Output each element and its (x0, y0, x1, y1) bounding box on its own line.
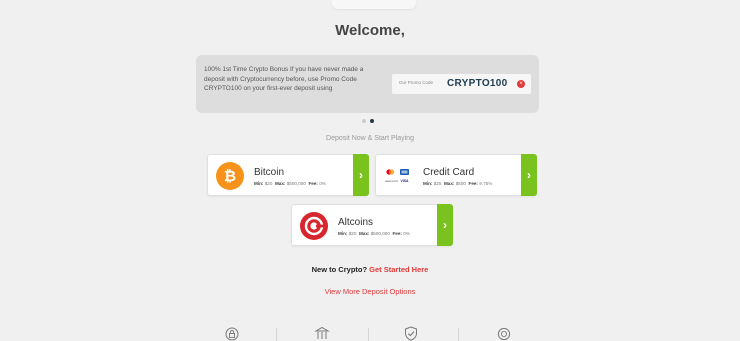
altcoins-limits: Min: $20 Max: $500,000 Fee: 0% (338, 231, 410, 236)
bank-icon (314, 326, 330, 341)
welcome-heading: Welcome, (335, 22, 405, 39)
chevron-right-icon[interactable]: › (353, 154, 369, 196)
get-started-link[interactable]: Get Started Here (369, 265, 428, 274)
new-to-crypto-text: New to Crypto? (311, 265, 368, 274)
promo-text: 100% 1st Time Crypto Bonus If you have n… (204, 66, 364, 92)
new-to-crypto-line: New to Crypto? Get Started Here (0, 265, 740, 274)
bitcoin-title: Bitcoin (254, 167, 285, 178)
view-more-deposit-options-link[interactable]: View More Deposit Options (0, 287, 740, 296)
divider (276, 328, 277, 341)
security-lock-icon (225, 326, 239, 341)
coin-icon (497, 326, 511, 341)
credit-card-limits: Min: $25 Max: $500 Fee: 9.75% (423, 181, 493, 186)
altcoins-deposit-card[interactable]: Altcoins Min: $20 Max: $500,000 Fee: 0% … (291, 204, 453, 246)
carousel-dot-active[interactable] (370, 119, 374, 123)
deposit-now-caption: Deposit Now & Start Playing (326, 135, 414, 142)
carousel-dot[interactable] (362, 119, 366, 123)
cashier-page: Welcome, 100% 1st Time Crypto Bonus If y… (0, 0, 740, 341)
divider (368, 328, 369, 341)
promo-code-field[interactable]: Our Promo Code CRYPTO100 × (392, 74, 531, 94)
svg-text:mastercard: mastercard (385, 179, 398, 183)
svg-text:₿: ₿ (224, 168, 236, 185)
shield-check-icon (404, 326, 418, 341)
divider (458, 328, 459, 341)
close-icon[interactable]: × (517, 80, 525, 88)
promo-banner: 100% 1st Time Crypto Bonus If you have n… (196, 55, 539, 113)
carousel-dots (362, 119, 374, 123)
svg-text:VISA: VISA (401, 179, 409, 183)
bitcoin-icon: ₿ (216, 162, 244, 190)
altcoins-title: Altcoins (338, 217, 374, 228)
altcoins-icon (300, 212, 328, 240)
credit-card-logos-icon: mastercard VISA (382, 167, 411, 185)
bitcoin-limits: Min: $20 Max: $500,000 Fee: 0% (254, 181, 326, 186)
bitcoin-deposit-card[interactable]: ₿ Bitcoin Min: $20 Max: $500,000 Fee: 0%… (207, 154, 369, 196)
credit-card-deposit-card[interactable]: mastercard VISA Credit Card Min: $25 Max… (375, 154, 537, 196)
chevron-right-icon[interactable]: › (521, 154, 537, 196)
chevron-right-icon[interactable]: › (437, 204, 453, 246)
trust-icons-row (0, 322, 740, 341)
promo-code-value: CRYPTO100 (447, 78, 508, 89)
credit-card-title: Credit Card (423, 167, 475, 178)
promo-code-label: Our Promo Code (399, 80, 434, 85)
top-tab[interactable] (332, 0, 416, 9)
